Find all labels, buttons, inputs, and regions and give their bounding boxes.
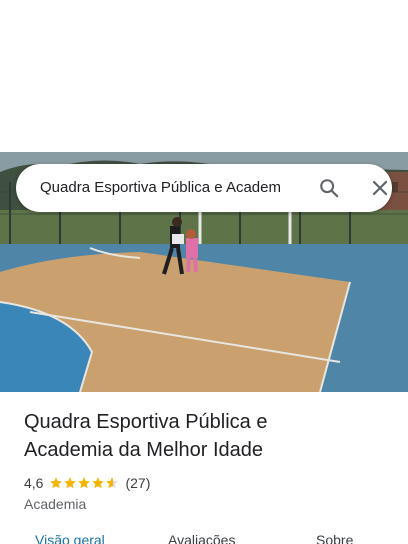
map-blank-area <box>0 0 408 152</box>
search-icon[interactable] <box>318 177 340 199</box>
place-title: Quadra Esportiva Pública e Academia da M… <box>24 408 394 464</box>
star-icon <box>50 477 63 489</box>
star-rating <box>49 476 119 490</box>
search-input[interactable]: Quadra Esportiva Pública e Academ <box>40 164 304 212</box>
close-icon[interactable] <box>370 178 390 198</box>
place-title-line2: Academia da Melhor Idade <box>24 439 264 461</box>
place-title-line1: Quadra Esportiva Pública e <box>24 411 268 433</box>
tab-reviews[interactable]: Avaliações <box>168 532 235 544</box>
star-icon <box>64 477 77 489</box>
star-icon <box>78 477 91 489</box>
place-info: Quadra Esportiva Pública e Academia da M… <box>24 408 394 512</box>
rating-value: 4,6 <box>24 475 44 491</box>
tab-about[interactable]: Sobre <box>316 532 353 544</box>
place-tabs: Visão geral Avaliações Sobre <box>0 528 408 544</box>
rating-row[interactable]: 4,6 (27) <box>24 474 394 492</box>
place-category[interactable]: Academia <box>24 496 394 512</box>
search-bar[interactable]: Quadra Esportiva Pública e Academ <box>16 164 392 212</box>
review-count[interactable]: (27) <box>125 475 150 491</box>
star-icon <box>92 477 105 489</box>
star-icon <box>106 477 119 489</box>
tab-overview[interactable]: Visão geral <box>35 532 105 544</box>
